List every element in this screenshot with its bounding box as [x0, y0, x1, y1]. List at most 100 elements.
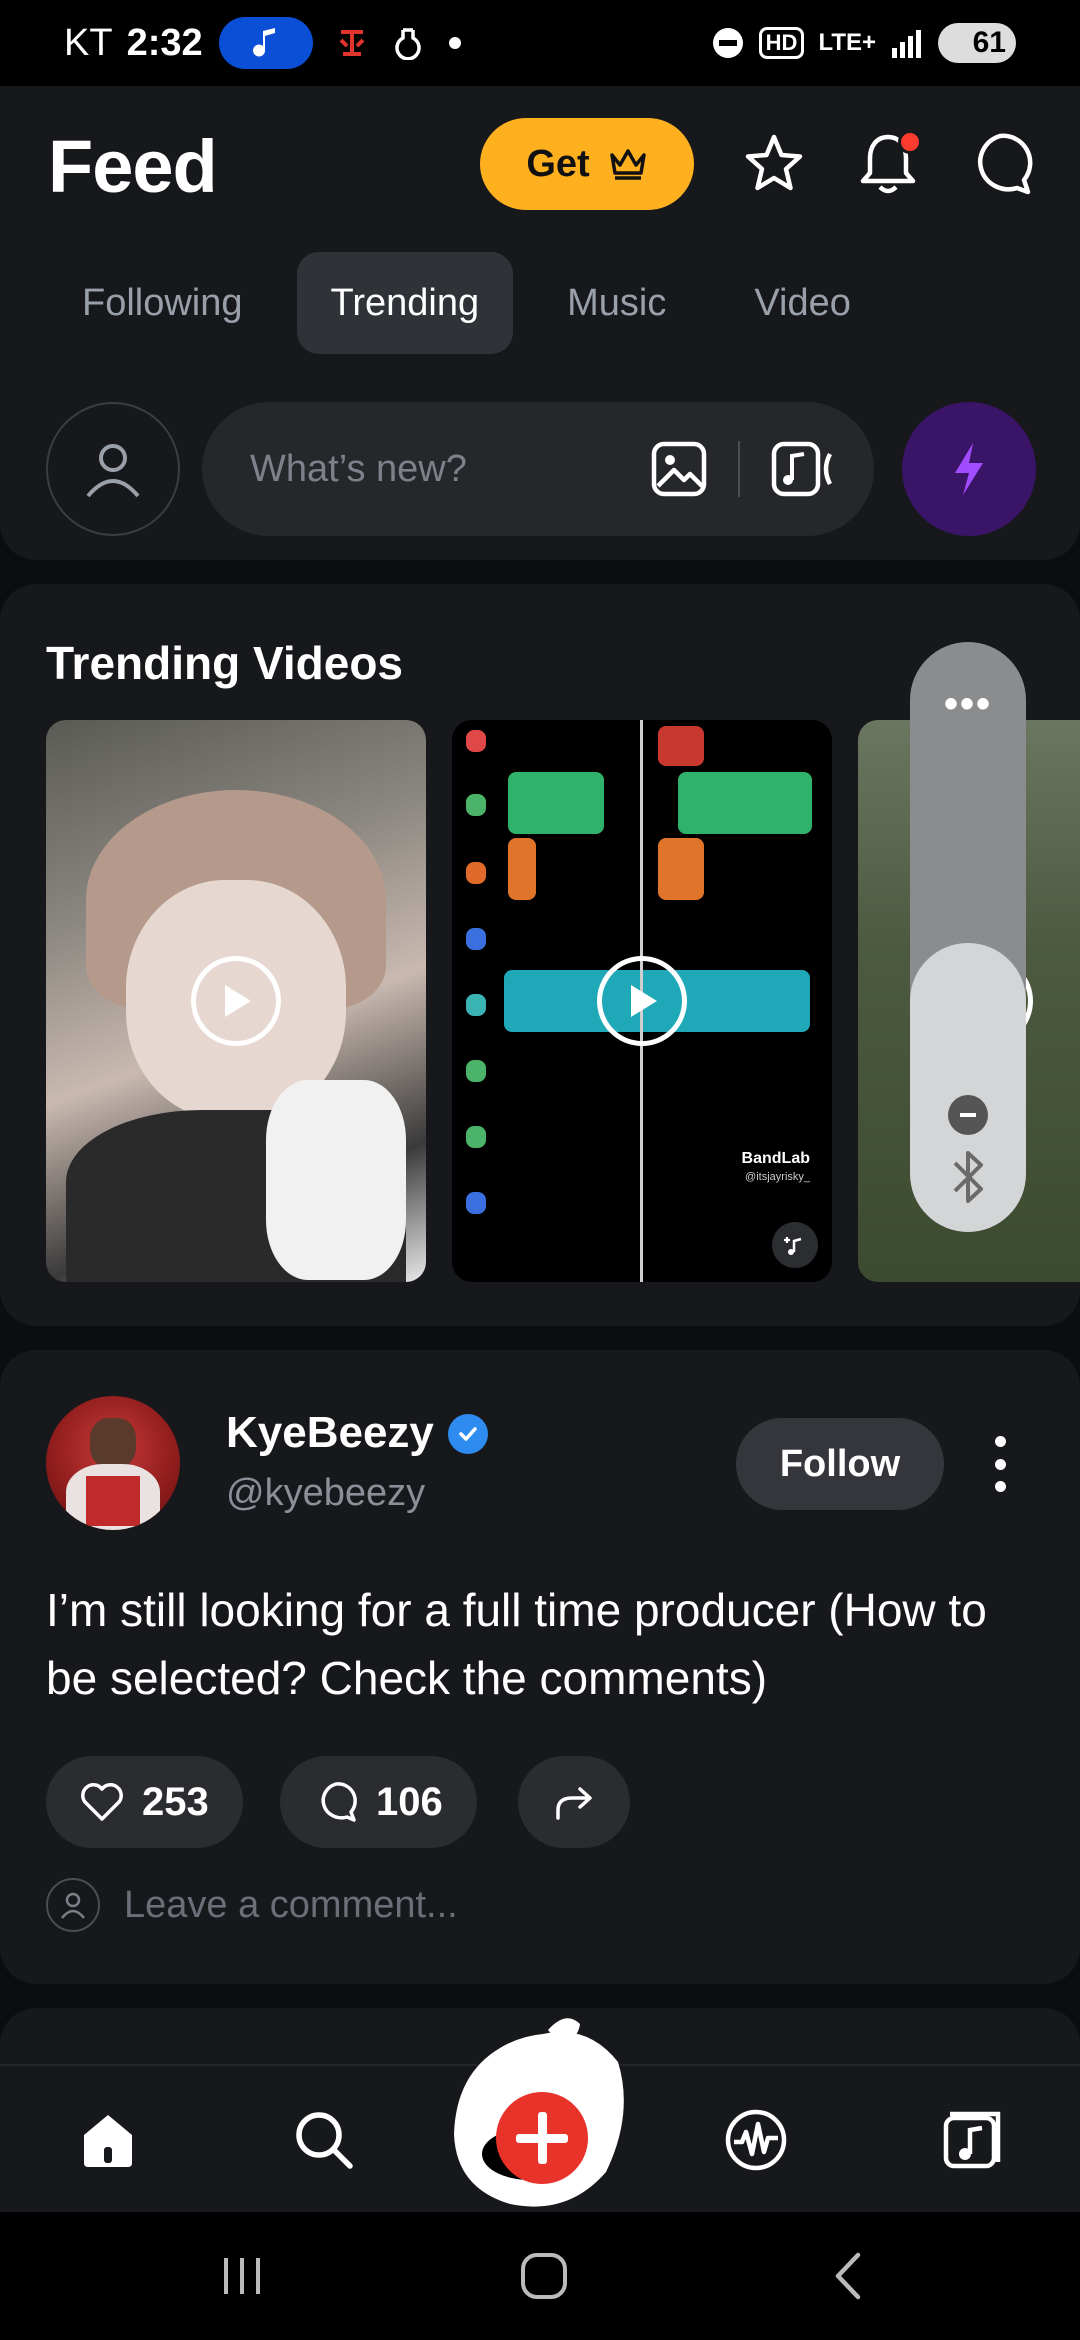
get-membership-button[interactable]: Get	[480, 118, 694, 210]
nav-library[interactable]	[902, 2066, 1042, 2214]
follow-button[interactable]: Follow	[736, 1418, 944, 1510]
track-mic	[466, 1192, 486, 1214]
bandlab-watermark: BandLab @itsjayrisky_	[742, 1150, 810, 1186]
recent-apps-button[interactable]	[172, 2212, 312, 2340]
comment-icon	[321, 1782, 357, 1822]
home-system-button[interactable]	[474, 2212, 614, 2340]
watermark-handle: @itsjayrisky_	[745, 1171, 810, 1183]
app-notification-icon	[335, 26, 369, 60]
tab-following[interactable]: Following	[48, 252, 277, 354]
composer-divider	[738, 441, 740, 497]
system-navigation-bar	[0, 2212, 1080, 2340]
tab-trending[interactable]: Trending	[296, 252, 514, 354]
verified-badge-icon	[448, 1414, 488, 1454]
user-avatar[interactable]	[46, 402, 180, 536]
audio-clip	[658, 726, 704, 766]
battery-indicator: 61	[938, 23, 1016, 63]
play-button[interactable]	[191, 956, 281, 1046]
like-button[interactable]: 253	[46, 1756, 243, 1848]
back-chevron-icon	[835, 2252, 861, 2300]
nav-home[interactable]	[38, 2066, 178, 2214]
nav-activity[interactable]	[686, 2066, 826, 2214]
home-icon	[84, 2115, 132, 2167]
minus-icon[interactable]	[948, 1095, 988, 1135]
track-mic	[466, 928, 486, 950]
bluetooth-icon	[953, 1151, 983, 1203]
share-button[interactable]	[518, 1756, 630, 1848]
avatar-head	[90, 1418, 136, 1468]
search-icon	[296, 2112, 353, 2169]
star-icon	[745, 134, 803, 191]
home-circle-icon	[521, 2253, 567, 2299]
track-mic	[466, 862, 486, 884]
play-icon	[631, 985, 657, 1017]
track-mic	[466, 730, 486, 752]
post-composer: What’s new?	[46, 402, 1036, 536]
favorites-button[interactable]	[734, 124, 814, 204]
nav-search[interactable]	[254, 2066, 394, 2214]
crown-icon	[609, 149, 646, 180]
post-card: KyeBeezy @kyebeezy Follow I’m still look…	[0, 1350, 1080, 1984]
heart-icon	[81, 1783, 123, 1821]
more-options-icon[interactable]	[984, 1432, 1016, 1496]
whats-new-input[interactable]: What’s new?	[202, 402, 874, 536]
share-arrow-icon	[556, 1787, 592, 1820]
bandlab-notification-icon	[391, 26, 425, 60]
video-thumbnail[interactable]	[46, 720, 426, 1282]
back-button[interactable]	[778, 2212, 918, 2340]
user-icon	[86, 444, 140, 498]
messages-button[interactable]	[960, 124, 1040, 204]
network-type: LTE+	[818, 29, 876, 56]
waveform-icon	[725, 2109, 787, 2171]
page-title: Feed	[48, 125, 218, 208]
notifications-button[interactable]	[848, 124, 928, 204]
notification-badge	[898, 130, 922, 154]
video-thumbnail[interactable]: BandLab @itsjayrisky_	[452, 720, 832, 1282]
create-plus-icon	[454, 2018, 624, 2207]
track-mic	[466, 1060, 486, 1082]
remix-button[interactable]	[772, 1222, 818, 1268]
tab-music[interactable]: Music	[533, 252, 700, 354]
audio-clip	[658, 838, 704, 900]
do-not-disturb-icon	[712, 28, 743, 58]
author-handle[interactable]: @kyebeezy	[226, 1472, 425, 1515]
play-button[interactable]	[597, 956, 687, 1046]
author-name[interactable]: KyeBeezy	[226, 1408, 434, 1458]
image-upload-icon[interactable]	[650, 440, 708, 498]
track-mic	[466, 794, 486, 816]
chat-bubble-icon	[978, 133, 1033, 195]
comment-placeholder: Leave a comment...	[124, 1883, 458, 1926]
boost-button[interactable]	[902, 402, 1036, 536]
thumbnail-highlight	[266, 1080, 406, 1280]
status-time: 2:32	[126, 21, 203, 64]
user-icon	[46, 1878, 100, 1932]
comment-composer[interactable]: Leave a comment...	[46, 1878, 458, 1932]
post-text: I’m still looking for a full time produc…	[46, 1584, 987, 1704]
section-title: Trending Videos	[46, 637, 403, 689]
composer-placeholder: What’s new?	[250, 447, 467, 490]
music-library-icon	[943, 2111, 1001, 2169]
hd-voice-badge: HD	[758, 27, 805, 59]
music-playing-icon	[218, 17, 313, 69]
more-notifications-dot	[448, 37, 461, 49]
volume-panel[interactable]: •••	[910, 642, 1026, 1232]
recent-apps-icon	[224, 2258, 260, 2294]
signal-icon	[892, 30, 921, 58]
play-icon	[225, 985, 251, 1017]
volume-more-button[interactable]: •••	[910, 682, 1026, 727]
video-music-icon[interactable]	[770, 440, 834, 498]
audio-clip	[508, 838, 536, 900]
avatar-jacket-red	[86, 1476, 140, 1526]
get-label: Get	[526, 142, 590, 185]
track-mic	[466, 1126, 486, 1148]
status-bar: KT 2:32 HD LTE+ 61	[0, 0, 1080, 86]
feed-tabs: Following Trending Music Video	[48, 252, 885, 354]
create-button[interactable]	[448, 2004, 630, 2220]
like-count: 253	[142, 1779, 209, 1824]
tab-video[interactable]: Video	[720, 252, 885, 354]
author-avatar[interactable]	[46, 1396, 180, 1530]
comment-button[interactable]: 106	[280, 1756, 477, 1848]
comment-count: 106	[376, 1779, 443, 1824]
battery-level: 61	[972, 26, 1006, 59]
feed-header: Feed Get Following Trending Music Video …	[0, 86, 1080, 560]
